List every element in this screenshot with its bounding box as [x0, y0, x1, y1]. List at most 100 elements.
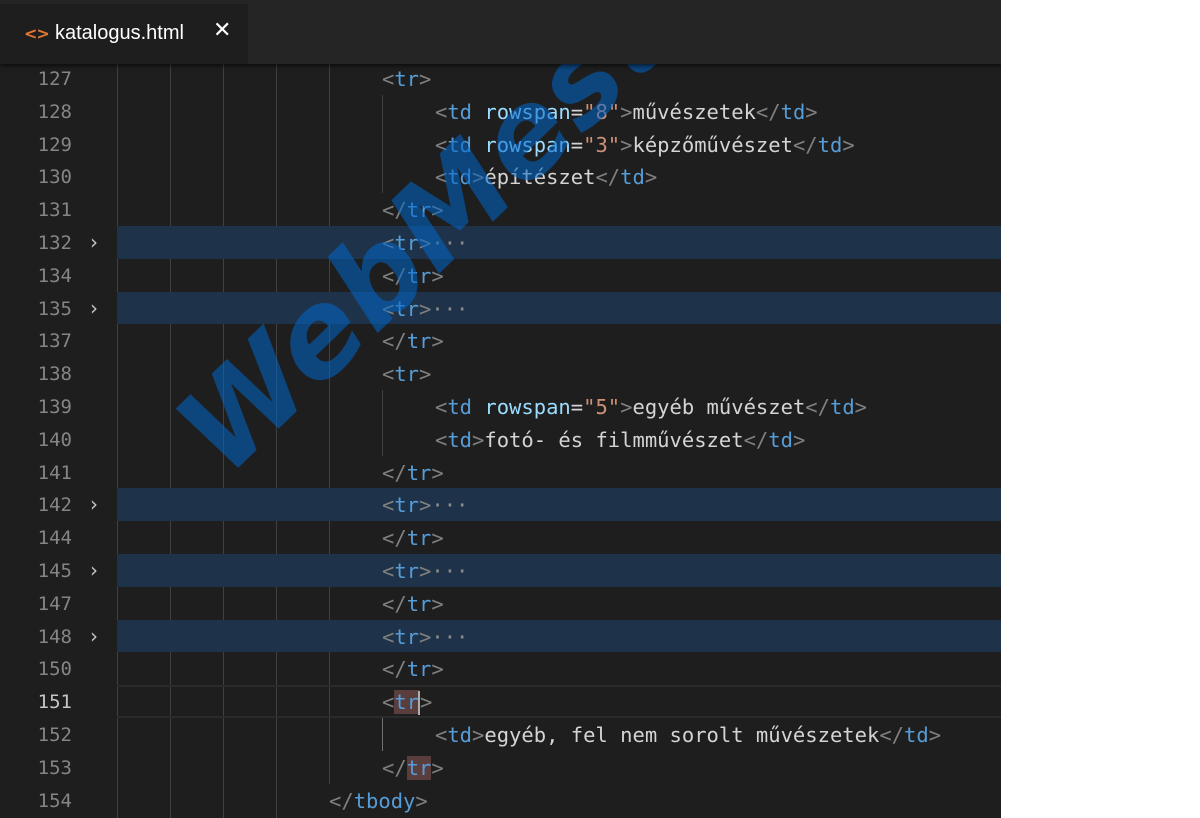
token-tag: tr — [394, 362, 420, 387]
code-text: </tr> — [382, 329, 444, 353]
token-punct: > — [431, 263, 444, 288]
line-number: 147 — [37, 592, 72, 615]
code-text: </tr> — [382, 198, 444, 222]
token-tag: td — [447, 99, 473, 124]
fold-ellipsis[interactable]: ··· — [431, 297, 468, 321]
token-tag: td — [620, 165, 645, 190]
code-line[interactable]: 130 <td>építészet</td> — [0, 160, 1001, 193]
token-attr: rowspan — [484, 132, 571, 157]
token-punct: </ — [329, 788, 354, 813]
token-tag: td — [447, 427, 473, 452]
token-punct: </ — [595, 165, 621, 190]
token-punct: < — [382, 559, 395, 583]
code-line-folded[interactable]: 142 › <tr>··· — [0, 488, 1001, 522]
code-line[interactable]: 152 <td>egyéb, fel nem sorolt művészetek… — [0, 718, 1001, 751]
line-number: 134 — [37, 264, 72, 287]
chevron-right-icon[interactable]: › — [90, 296, 98, 320]
token-punct: </ — [382, 657, 407, 682]
code-line[interactable]: 141 </tr> — [0, 456, 1001, 489]
token-string: "8" — [583, 99, 621, 124]
token-tag: tr — [406, 526, 432, 551]
chevron-right-icon[interactable]: › — [90, 558, 98, 582]
token-tag: tr — [394, 624, 420, 649]
token-punct: > — [854, 395, 868, 419]
token-tag: td — [447, 723, 473, 747]
line-number: 141 — [37, 461, 72, 484]
token-punct: > — [431, 460, 444, 485]
line-number: 139 — [37, 396, 72, 418]
code-text: </tr> — [382, 526, 444, 550]
code-line[interactable]: 153 </tr> — [0, 751, 1001, 784]
code-line[interactable]: 150 </tr> — [0, 652, 1001, 685]
token-punct: > — [419, 231, 432, 255]
token-punct: > — [620, 132, 633, 157]
code-text: <tr>··· — [382, 625, 468, 649]
code-line[interactable]: 154 </tbody> — [0, 784, 1001, 817]
code-text: <td>építészet</td> — [435, 165, 657, 189]
code-text: <tr>··· — [382, 493, 468, 517]
code-line[interactable]: 138 <tr> — [0, 357, 1001, 390]
line-number: 153 — [37, 756, 72, 779]
code-text: <td>fotó- és filmművészet</td> — [435, 428, 805, 452]
token-tag-matched: tr — [406, 755, 432, 780]
code-line[interactable]: 144 </tr> — [0, 521, 1001, 554]
code-line[interactable]: 139 <td rowspan="5">egyéb művészet</td> — [0, 390, 1001, 423]
token-text: egyéb művészet — [632, 395, 806, 419]
code-line[interactable]: 134 </tr> — [0, 259, 1001, 292]
token-punct: < — [382, 690, 395, 715]
token-attr: rowspan — [484, 395, 571, 419]
token-punct: > — [792, 427, 806, 452]
code-line[interactable]: 147 </tr> — [0, 587, 1001, 620]
code-line-folded[interactable]: 145 › <tr>··· — [0, 554, 1001, 587]
token-punct: </ — [382, 263, 407, 288]
token-punct: < — [382, 493, 395, 518]
code-text: </tbody> — [329, 789, 428, 813]
token-punct: < — [382, 67, 395, 91]
fold-ellipsis[interactable]: ··· — [431, 625, 468, 649]
code-line[interactable]: 137 </tr> — [0, 324, 1001, 357]
line-number: 130 — [37, 166, 72, 189]
token-punct: </ — [755, 99, 781, 124]
close-icon[interactable]: ✕ — [213, 18, 231, 43]
line-number: 152 — [37, 724, 72, 746]
code-line-current[interactable]: 151 <tr> — [0, 685, 1001, 718]
chevron-right-icon[interactable]: › — [90, 624, 98, 648]
fold-highlight — [117, 226, 1001, 259]
code-line[interactable]: 129 <td rowspan="3">képzőművészet</td> — [0, 128, 1001, 161]
token-text: művészetek — [632, 99, 756, 124]
token-punct: < — [435, 395, 448, 419]
code-line[interactable]: 131 </tr> — [0, 193, 1001, 226]
token-tag: td — [447, 395, 473, 419]
line-number: 145 — [37, 560, 72, 582]
fold-ellipsis[interactable]: ··· — [431, 231, 468, 255]
fold-ellipsis[interactable]: ··· — [431, 559, 468, 583]
token-punct: < — [435, 723, 448, 747]
editor-tab[interactable]: <> katalogus.html ✕ — [0, 4, 248, 64]
fold-ellipsis[interactable]: ··· — [431, 493, 468, 517]
token-punct: > — [644, 165, 658, 190]
fold-highlight — [117, 619, 1001, 653]
token-punct: < — [435, 132, 448, 157]
code-line-folded[interactable]: 148 › <tr>··· — [0, 619, 1001, 653]
code-text: </tr> — [382, 592, 444, 616]
chevron-right-icon[interactable]: › — [90, 492, 98, 516]
code-line[interactable]: 140 <td>fotó- és filmművészet</td> — [0, 423, 1001, 456]
token-text: képzőművészet — [632, 132, 793, 157]
token-tag: td — [829, 395, 855, 419]
token-tag: tr — [394, 559, 420, 583]
code-line[interactable]: 128 <td rowspan="8">művészetek</td> — [0, 95, 1001, 128]
code-line[interactable]: 127 <tr> — [0, 62, 1001, 95]
code-text: <td rowspan="3">képzőművészet</td> — [435, 133, 855, 157]
token-punct: </ — [382, 198, 407, 223]
code-editor[interactable]: <> katalogus.html ✕ 127 <tr> 128 <td row… — [0, 0, 1001, 818]
code-line-folded[interactable]: 135 › <tr>··· — [0, 291, 1001, 325]
token-punct: > — [431, 329, 444, 354]
line-number: 150 — [37, 658, 72, 681]
chevron-right-icon[interactable]: › — [90, 230, 98, 254]
token-punct: > — [620, 99, 633, 124]
token-tag: td — [817, 132, 843, 157]
token-punct: < — [382, 362, 395, 387]
code-line-folded[interactable]: 132 › <tr>··· — [0, 226, 1001, 259]
token-tag: td — [904, 723, 929, 747]
token-punct: > — [472, 723, 485, 747]
